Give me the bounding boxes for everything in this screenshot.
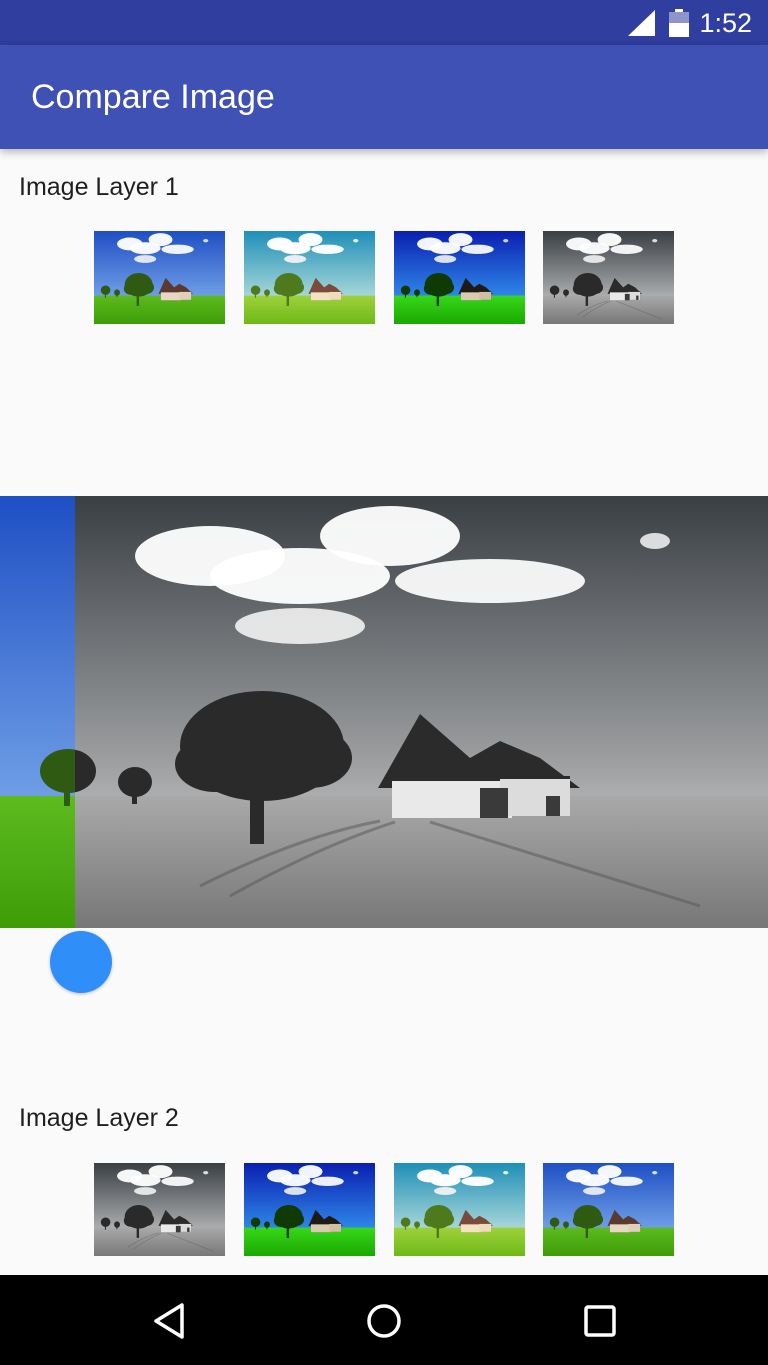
back-icon[interactable] [148,1299,192,1343]
layer1-thumb-grayscale[interactable] [543,231,674,324]
cell-signal-icon [628,10,655,36]
layer2-thumbnail-row [94,1163,674,1256]
clock-time: 1:52 [699,8,752,38]
layer2-thumb-original[interactable] [543,1163,674,1256]
home-icon[interactable] [362,1299,406,1343]
layer2-thumb-grayscale[interactable] [94,1163,225,1256]
page-title: Compare Image [31,78,275,116]
system-nav-bar [0,1275,768,1365]
layer2-thumb-vivid[interactable] [244,1163,375,1256]
comparison-image[interactable] [0,496,768,928]
layer1-thumb-vivid[interactable] [394,231,525,324]
layer2-label: Image Layer 2 [19,1104,179,1132]
layer1-thumbnail-row [94,231,674,324]
battery-icon [669,9,689,37]
status-bar: 1:52 [0,0,768,45]
top-layer-image [75,496,768,928]
top-layer-clip [75,496,768,928]
layer1-thumb-warm-light[interactable] [244,231,375,324]
layer1-thumb-original[interactable] [94,231,225,324]
layer2-thumb-warm-light[interactable] [394,1163,525,1256]
recents-icon[interactable] [578,1299,622,1343]
layer1-label: Image Layer 1 [19,173,179,201]
compare-slider-thumb[interactable] [50,931,112,993]
app-bar: Compare Image [0,45,768,149]
